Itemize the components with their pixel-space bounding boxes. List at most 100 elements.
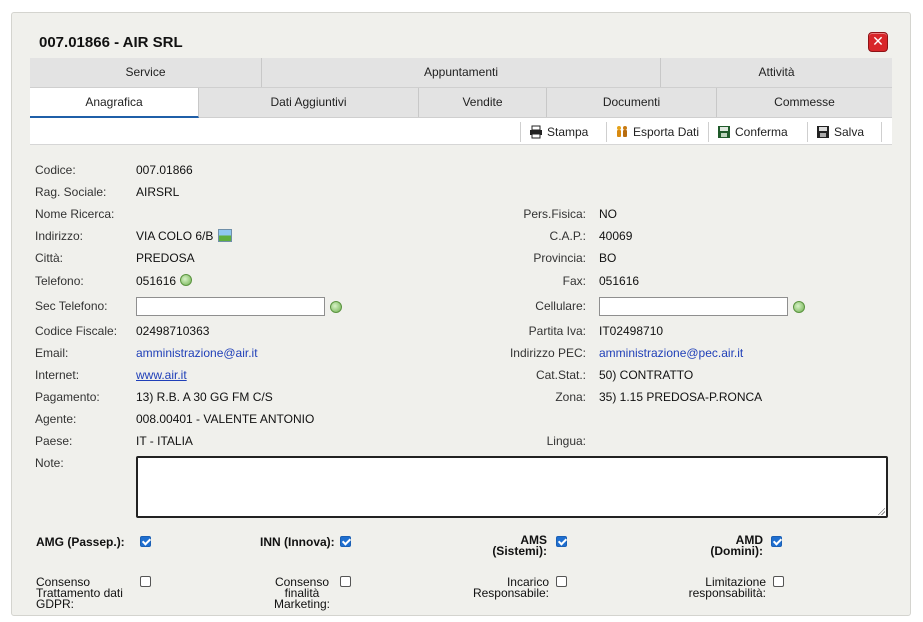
sec-telefono-label: Sec Telefono: <box>35 299 108 313</box>
codice-fiscale-label: Codice Fiscale: <box>35 324 118 338</box>
salva-button[interactable]: Salva <box>807 122 864 142</box>
indirizzo-pec-label: Indirizzo PEC: <box>509 346 586 360</box>
pagamento-value: 13) R.B. A 30 GG FM C/S <box>136 390 273 404</box>
consenso-gdpr-label: Consenso Trattamento dati GDPR: <box>26 576 136 611</box>
telefono-value: 051616 <box>136 274 177 288</box>
stampa-button[interactable]: Stampa <box>520 122 588 142</box>
sec-telefono-input[interactable] <box>136 297 325 316</box>
incarico-line2: Responsabile: <box>472 586 549 600</box>
citta-value: PREDOSA <box>136 251 195 265</box>
amd-checkbox[interactable] <box>771 536 782 547</box>
indirizzo-value: VIA COLO 6/B <box>136 229 214 243</box>
map-icon[interactable] <box>218 229 232 242</box>
indirizzo-pec-value[interactable]: amministrazione@pec.air.it <box>599 346 743 360</box>
paese-label: Paese: <box>35 434 73 448</box>
fax-label: Fax: <box>562 274 586 288</box>
consenso-mkt-checkbox[interactable] <box>340 576 351 587</box>
resize-grip-icon[interactable] <box>877 507 885 515</box>
tab-attivita[interactable]: Attività <box>661 58 892 87</box>
ams-checkbox[interactable] <box>556 536 567 547</box>
incarico-checkbox[interactable] <box>556 576 567 587</box>
codice-fiscale-value: 02498710363 <box>136 324 210 338</box>
esporta-dati-button[interactable]: Esporta Dati <box>606 122 699 142</box>
cellulare-input[interactable] <box>599 297 788 316</box>
sec-telefono-call-icon[interactable] <box>330 301 342 313</box>
printer-icon <box>530 125 542 139</box>
consenso-gdpr-line3: GDPR: <box>36 597 75 611</box>
amd-label-line2: (Domini): <box>710 544 763 558</box>
tab-documenti[interactable]: Documenti <box>547 88 717 117</box>
note-textarea[interactable] <box>136 456 888 518</box>
cellulare-label: Cellulare: <box>535 299 586 313</box>
cat-stat-label: Cat.Stat.: <box>535 368 586 382</box>
internet-label: Internet: <box>35 368 80 382</box>
dialog-title: 007.01866 - AIR SRL <box>39 34 183 51</box>
amg-label: AMG (Passep.): <box>36 535 125 549</box>
limitazione-line2: responsabilità: <box>688 586 766 600</box>
cat-stat-value: 50) CONTRATTO <box>599 368 694 382</box>
toolbar: Stampa Esporta Dati Conferma Salva <box>30 118 892 145</box>
cap-value: 40069 <box>599 229 633 243</box>
partita-iva-label: Partita Iva: <box>528 324 586 338</box>
indirizzo-label: Indirizzo: <box>35 229 84 243</box>
email-label: Email: <box>35 346 69 360</box>
rag-sociale-label: Rag. Sociale: <box>35 185 107 199</box>
codice-label: Codice: <box>35 163 76 177</box>
limitazione-checkbox[interactable] <box>773 576 784 587</box>
salva-label: Salva <box>834 125 865 139</box>
tab-dati-aggiuntivi[interactable]: Dati Aggiuntivi <box>199 88 419 117</box>
incarico-label: Incarico Responsabile: <box>457 576 549 600</box>
consenso-mkt-label: Consenso finalità Marketing: <box>267 576 337 611</box>
inn-checkbox[interactable] <box>340 536 351 547</box>
rag-sociale-value: AIRSRL <box>136 185 180 199</box>
toolbar-divider <box>881 122 882 142</box>
zona-value: 35) 1.15 PREDOSA-P.RONCA <box>599 390 763 404</box>
telefono-call-icon[interactable] <box>180 274 192 286</box>
limitazione-label: Limitazione responsabilità: <box>667 576 766 600</box>
tab-anagrafica[interactable]: Anagrafica <box>30 88 199 118</box>
codice-value: 007.01866 <box>136 163 193 177</box>
agente-value: 008.00401 - VALENTE ANTONIO <box>136 412 315 426</box>
ams-label: AMS (Sistemi): <box>482 534 547 558</box>
zona-label: Zona: <box>555 390 586 404</box>
consenso-gdpr-checkbox[interactable] <box>140 576 151 587</box>
conferma-label: Conferma <box>735 125 788 139</box>
pers-fisica-value: NO <box>599 207 617 221</box>
note-label: Note: <box>35 456 64 470</box>
inn-label: INN (Innova): <box>260 535 335 549</box>
provincia-value: BO <box>599 251 617 265</box>
pagamento-label: Pagamento: <box>35 390 100 404</box>
nome-ricerca-label: Nome Ricerca: <box>35 207 115 221</box>
partita-iva-value: IT02498710 <box>599 324 664 338</box>
consenso-mkt-line3: Marketing: <box>273 597 331 611</box>
tab-appuntamenti[interactable]: Appuntamenti <box>262 58 661 87</box>
amd-label: AMD (Domini): <box>697 534 763 558</box>
tab-service[interactable]: Service <box>30 58 262 87</box>
lingua-label: Lingua: <box>546 434 586 448</box>
export-people-icon <box>617 126 627 137</box>
ams-label-line2: (Sistemi): <box>492 544 547 558</box>
fax-value: 051616 <box>599 274 640 288</box>
provincia-label: Provincia: <box>533 251 586 265</box>
customer-dialog: 007.01866 - AIR SRL ✕ Service Appuntamen… <box>11 12 911 616</box>
telefono-label: Telefono: <box>35 274 84 288</box>
esporta-dati-label: Esporta Dati <box>633 125 700 139</box>
internet-link[interactable]: www.air.it <box>136 368 187 382</box>
tabs-bottom: Anagrafica Dati Aggiuntivi Vendite Docum… <box>30 88 892 118</box>
close-icon: ✕ <box>872 33 884 49</box>
cap-label: C.A.P.: <box>549 229 586 243</box>
conferma-button[interactable]: Conferma <box>708 122 788 142</box>
email-value[interactable]: amministrazione@air.it <box>136 346 258 360</box>
tabs-top: Service Appuntamenti Attività <box>30 58 892 88</box>
tab-commesse[interactable]: Commesse <box>717 88 892 117</box>
confirm-floppy-icon <box>718 126 730 138</box>
paese-value: IT - ITALIA <box>136 434 193 448</box>
stampa-label: Stampa <box>547 125 589 139</box>
cellulare-call-icon[interactable] <box>793 301 805 313</box>
pers-fisica-label: Pers.Fisica: <box>523 207 586 221</box>
citta-label: Città: <box>35 251 64 265</box>
tab-vendite[interactable]: Vendite <box>419 88 547 117</box>
save-floppy-icon <box>817 126 829 138</box>
amg-checkbox[interactable] <box>140 536 151 547</box>
close-button[interactable]: ✕ <box>868 32 888 52</box>
